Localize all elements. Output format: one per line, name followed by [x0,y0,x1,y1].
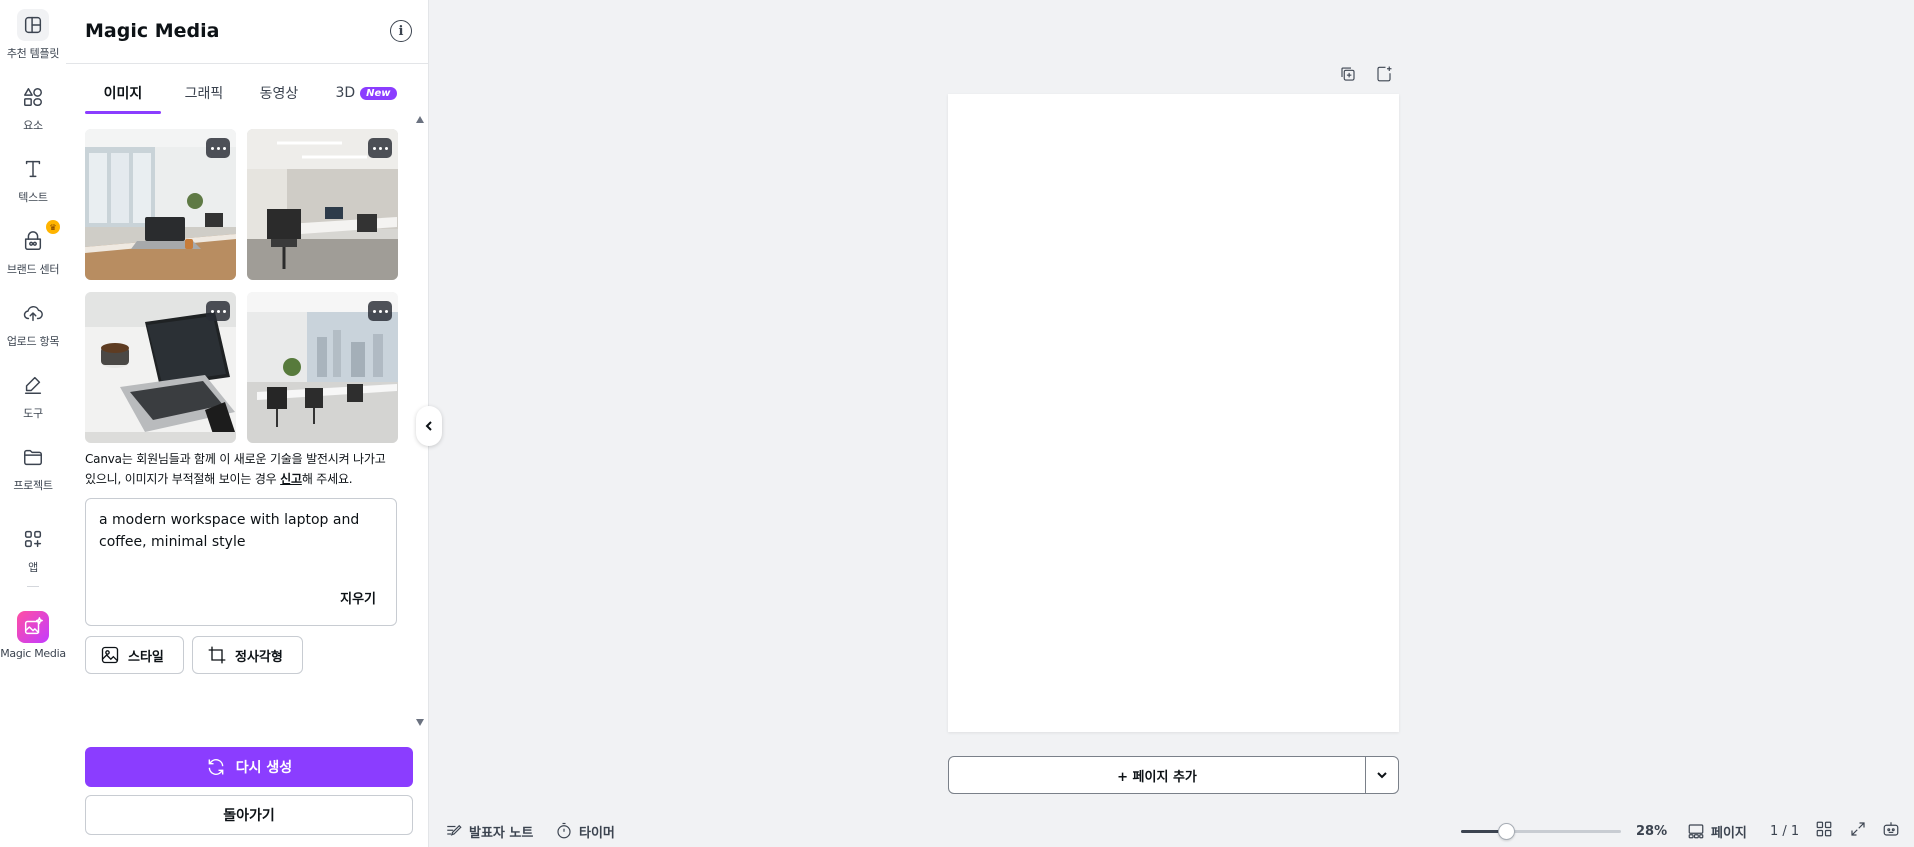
timer-label: 타이머 [579,825,615,841]
pages-icon [1688,824,1704,839]
tab-label: 3D [335,85,356,101]
collapse-panel-button[interactable] [416,406,442,446]
panel-title: Magic Media [85,20,220,42]
generated-image-2[interactable] [247,129,398,280]
tab-image[interactable]: 이미지 [85,72,161,114]
tab-graphic[interactable]: 그래픽 [173,72,235,114]
style-label: 스타일 [128,649,164,665]
aspect-label: 정사각형 [235,649,283,665]
refresh-icon [208,759,224,775]
scroll-down-arrow[interactable] [416,719,424,726]
left-rail: 추천 템플릿 요소 텍스트 브랜드 센터 ♛ 업로드 항목 도구 프로젝트 앱 … [0,0,66,847]
rail-item-label: 앱 [28,561,38,574]
rail-item-label: Magic Media [0,647,66,660]
more-options-button[interactable] [206,138,230,158]
rail-item-label: 프로젝트 [13,479,53,492]
clear-button[interactable]: 지우기 [340,588,376,607]
magic-media-panel: Magic Media i 이미지 그래픽 동영상 3D New Canva는 … [66,0,429,847]
crop-icon [208,646,226,664]
text-icon [17,153,49,185]
brand-icon [17,225,49,257]
scroll-up-arrow[interactable] [416,116,424,123]
chevron-down-icon [1377,772,1387,779]
tab-video[interactable]: 동영상 [248,72,310,114]
apps-icon [17,523,49,555]
aspect-ratio-button[interactable]: 정사각형 [192,636,303,674]
more-options-button[interactable] [368,138,392,158]
crown-icon: ♛ [46,220,60,234]
prompt-input[interactable]: a modern workspace with laptop and coffe… [85,498,397,626]
media-tabs: 이미지 그래픽 동영상 3D New [85,72,405,114]
rail-item-label: 요소 [23,119,43,132]
timer-icon [557,822,571,839]
page-counter[interactable]: 1 / 1 [1770,819,1799,843]
tab-label: 동영상 [259,86,299,102]
add-page-top-button[interactable] [1375,65,1395,85]
rail-item-tools[interactable]: 도구 [0,360,66,426]
add-page-dropdown[interactable] [1366,757,1398,793]
tab-label: 그래픽 [184,86,224,102]
tab-3d[interactable]: 3D New [325,72,407,114]
grid-view-icon [1816,821,1832,837]
assistant-button[interactable] [1882,820,1902,840]
notes-icon [447,824,462,836]
chevron-left-icon [425,421,432,431]
upload-cloud-icon [17,297,49,329]
report-link[interactable]: 신고 [280,472,302,486]
info-icon[interactable]: i [390,20,412,42]
new-badge: New [360,86,397,100]
disclaimer-text: Canva는 회원님들과 함께 이 새로운 기술을 발전시켜 나가고 있으니, … [85,449,397,489]
fullscreen-icon [1851,822,1865,836]
assistant-icon [1883,822,1899,836]
rail-item-text[interactable]: 텍스트 [0,144,66,210]
rail-item-apps[interactable]: 앱 [0,514,66,580]
rail-item-label: 브랜드 센터 [6,263,60,276]
timer-button[interactable]: 타이머 [555,819,615,843]
duplicate-page-button[interactable] [1339,65,1359,85]
rail-item-uploads[interactable]: 업로드 항목 [0,288,66,354]
rail-item-templates[interactable]: 추천 템플릿 [0,0,66,66]
rail-item-label: 텍스트 [18,191,48,204]
back-button[interactable]: 돌아가기 [85,795,413,835]
pages-button[interactable]: 페이지 [1687,819,1747,843]
rail-item-label: 업로드 항목 [6,335,60,348]
design-page[interactable] [948,94,1399,732]
rail-item-label: 도구 [23,407,43,420]
duplicate-icon [1341,67,1355,81]
tab-label: 이미지 [103,86,143,102]
rail-divider [27,586,39,587]
grid-view-button[interactable] [1815,820,1835,840]
generated-image-1[interactable] [85,129,236,280]
rail-item-elements[interactable]: 요소 [0,72,66,138]
elements-icon [17,81,49,113]
regenerate-label: 다시 생성 [235,760,293,776]
rail-item-projects[interactable]: 프로젝트 [0,432,66,498]
add-page-control: + 페이지 추가 [948,756,1399,794]
template-icon [17,9,49,41]
folder-icon [17,441,49,473]
rail-item-magic-media[interactable]: Magic Media [0,602,66,668]
prompt-text[interactable]: a modern workspace with laptop and coffe… [99,509,369,553]
disclaimer-tail: 해 주세요. [301,472,353,486]
more-options-button[interactable] [206,301,230,321]
zoom-level[interactable]: 28% [1636,819,1667,843]
magic-media-icon [17,611,49,643]
style-button[interactable]: 스타일 [85,636,184,674]
speaker-notes-label: 발표자 노트 [469,825,534,841]
generated-image-4[interactable] [247,292,398,443]
zoom-slider-handle[interactable] [1497,823,1515,840]
panel-divider [66,63,429,64]
zoom-slider[interactable] [1461,823,1621,840]
fullscreen-button[interactable] [1849,820,1869,840]
pages-label: 페이지 [1711,825,1747,841]
more-options-button[interactable] [368,301,392,321]
speaker-notes-button[interactable]: 발표자 노트 [445,819,533,843]
regenerate-button[interactable]: 다시 생성 [85,747,413,787]
add-page-button[interactable]: + 페이지 추가 [949,757,1366,793]
generated-image-3[interactable] [85,292,236,443]
draw-tool-icon [17,369,49,401]
rail-item-label: 추천 템플릿 [6,47,60,60]
add-page-icon [1377,66,1392,82]
image-style-icon [101,646,119,664]
